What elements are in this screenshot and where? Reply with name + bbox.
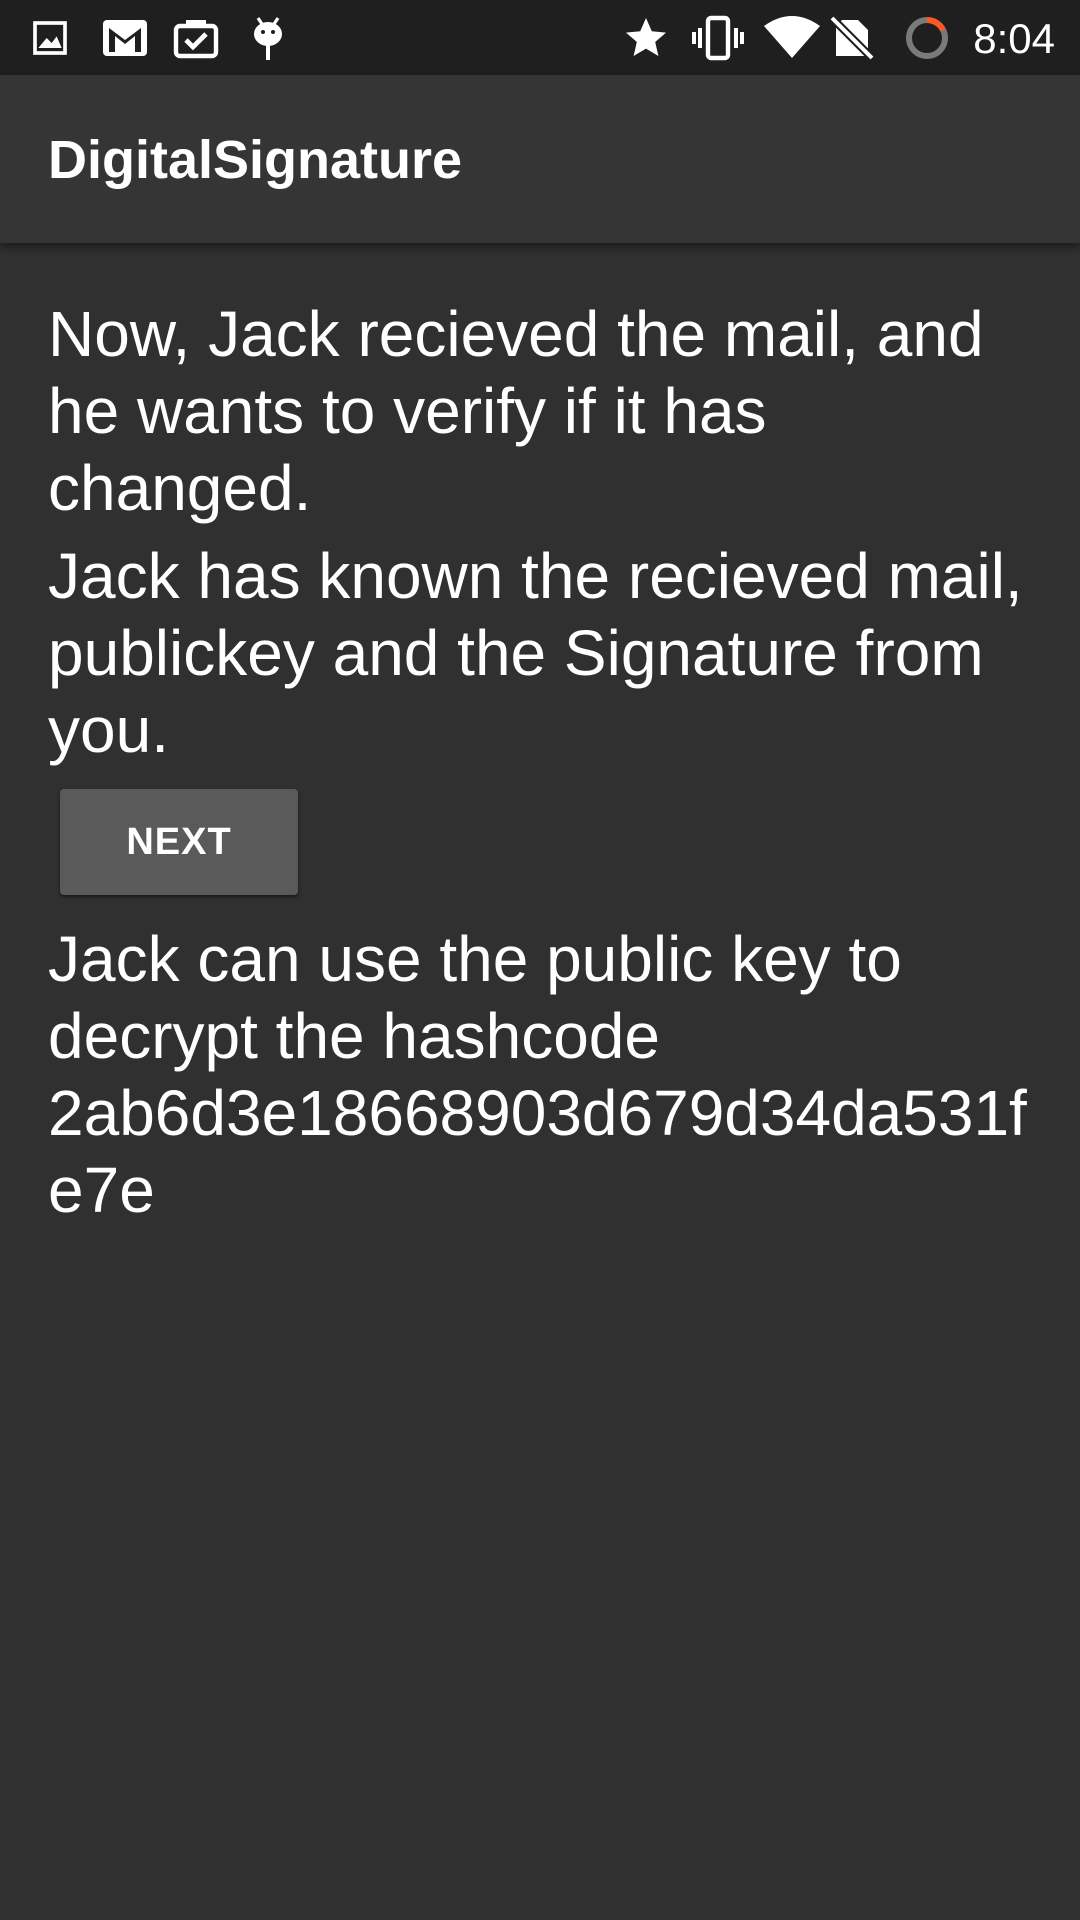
status-bar: 8:04 — [0, 0, 1080, 75]
wifi-icon — [762, 12, 822, 64]
next-button[interactable]: NEXT — [60, 789, 298, 895]
vibrate-icon — [690, 12, 746, 64]
main-content: Now, Jack recieved the mail, and he want… — [48, 296, 1038, 1229]
gmail-icon — [101, 12, 149, 64]
status-time: 8:04 — [973, 15, 1055, 62]
image-icon — [30, 12, 70, 64]
app-bar: DigitalSignature — [0, 75, 1080, 243]
android-debug-icon — [248, 12, 288, 64]
sync-progress-icon — [903, 12, 951, 64]
star-icon — [622, 12, 670, 64]
app-title: DigitalSignature — [48, 130, 463, 190]
briefcase-check-icon — [172, 12, 220, 64]
no-sim-icon — [828, 12, 876, 64]
known-info-paragraph: Jack has known the recieved mail, public… — [48, 540, 1023, 766]
hashcode-paragraph: Jack can use the public key to decrypt t… — [48, 923, 1027, 1226]
intro-paragraph: Now, Jack recieved the mail, and he want… — [48, 298, 984, 524]
